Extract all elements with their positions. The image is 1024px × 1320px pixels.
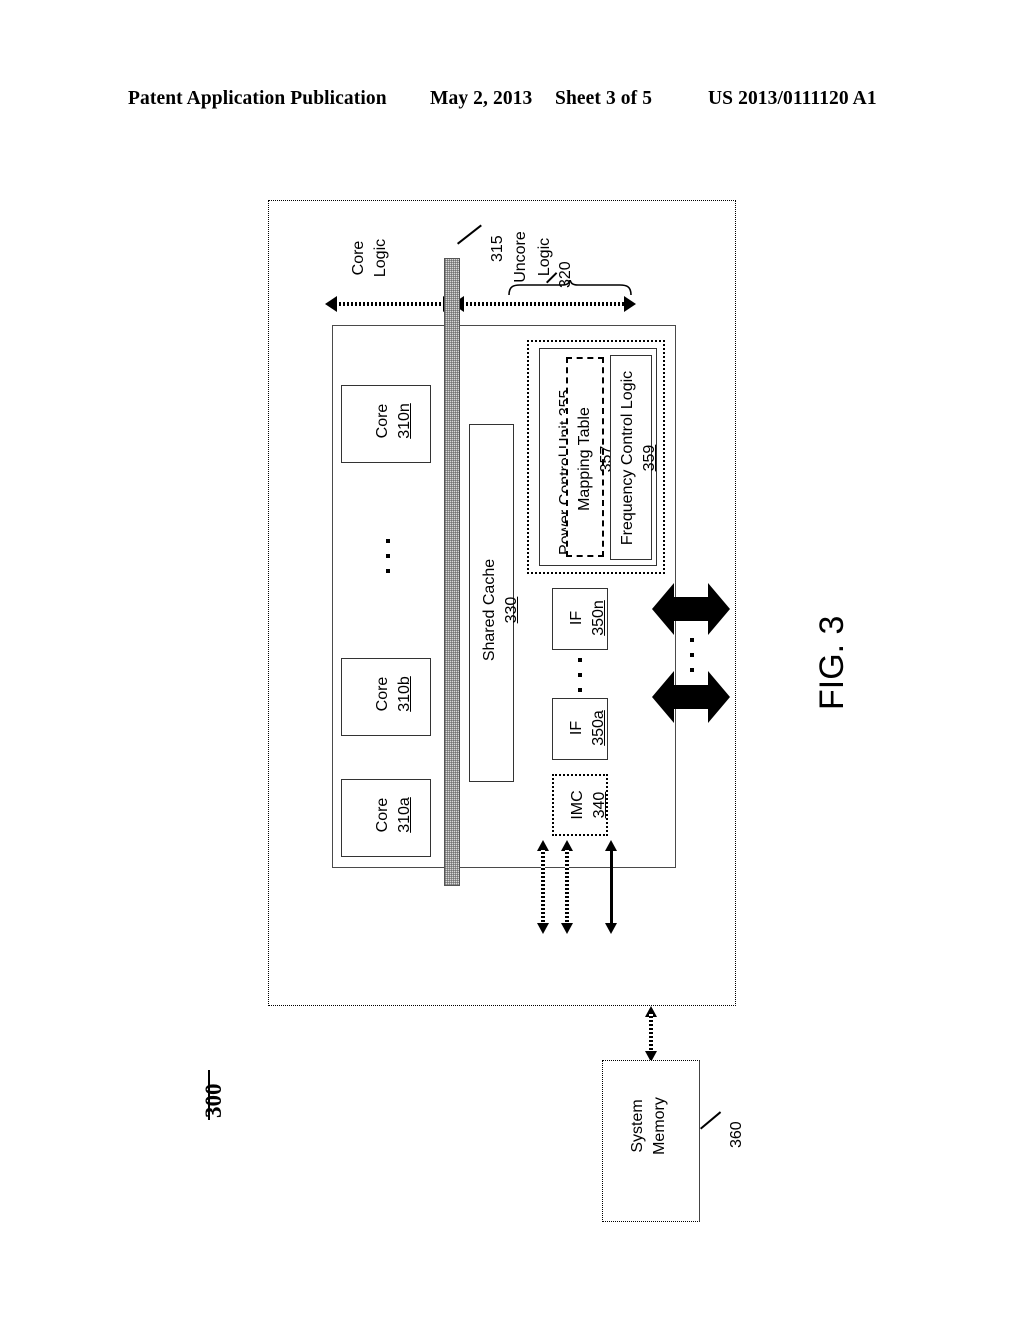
external-links-ellipsis bbox=[690, 638, 696, 683]
system-memory-line2: Memory bbox=[651, 1097, 668, 1155]
block-shared-cache: Shared Cache 330 bbox=[469, 424, 520, 782]
if-350a-ref: 350a bbox=[590, 710, 607, 746]
system-memory-ref-number: 360 bbox=[728, 1121, 745, 1148]
uncore-logic-span-arrow bbox=[452, 296, 636, 312]
core-310b-ref: 310b bbox=[396, 676, 413, 712]
block-mapping-table: Mapping Table 357 bbox=[566, 357, 615, 557]
block-frequency-control-logic: Frequency Control Logic 359 bbox=[610, 355, 658, 560]
if-350n-name: IF bbox=[568, 610, 585, 626]
mapping-table-name: Mapping Table bbox=[576, 407, 593, 511]
block-if-350a: IF 350a bbox=[552, 698, 608, 760]
interfaces-ellipsis bbox=[578, 658, 584, 703]
imc-memory-link-arrow bbox=[537, 840, 549, 934]
block-if-350n: IF 350n bbox=[552, 588, 608, 650]
system-ref-underline bbox=[208, 1070, 210, 1120]
block-core-310b: Core 310b bbox=[341, 658, 431, 736]
block-system-memory: System Memory bbox=[602, 1060, 700, 1222]
if-350n-ref: 350n bbox=[590, 600, 607, 636]
if-350a-link-arrow bbox=[561, 840, 573, 934]
system-memory-line1: System bbox=[629, 1099, 646, 1153]
uncore-ref-number: 320 bbox=[557, 261, 574, 288]
core-logic-label-line2: Logic bbox=[372, 238, 389, 278]
system-memory-ref-leader bbox=[700, 1111, 721, 1130]
core-310a-ref: 310a bbox=[396, 797, 413, 833]
external-link-arrow-top bbox=[652, 580, 730, 638]
core-310b-name: Core bbox=[374, 676, 391, 712]
imc-name: IMC bbox=[569, 790, 586, 820]
patent-figure: Core Logic Uncore Logic 320 315 Core 310… bbox=[0, 0, 1024, 1320]
processor-memory-arrow bbox=[645, 1006, 657, 1062]
frequency-control-name: Frequency Control Logic bbox=[619, 370, 636, 546]
cores-ellipsis bbox=[386, 539, 392, 584]
imc-ref: 340 bbox=[591, 791, 608, 819]
block-core-310a: Core 310a bbox=[341, 779, 431, 857]
frequency-control-ref: 359 bbox=[641, 444, 658, 472]
interconnect-bar bbox=[444, 258, 460, 886]
core-logic-span-arrow bbox=[325, 296, 455, 312]
core-310n-name: Core bbox=[374, 403, 391, 439]
figure-label: FIG. 3 bbox=[813, 615, 851, 710]
block-imc-340: IMC 340 bbox=[552, 774, 608, 836]
core-310a-name: Core bbox=[374, 797, 391, 833]
shared-cache-ref: 330 bbox=[503, 596, 520, 624]
block-core-310n: Core 310n bbox=[341, 385, 431, 463]
if-350a-name: IF bbox=[568, 720, 585, 736]
shared-cache-name: Shared Cache bbox=[481, 558, 498, 662]
interconnect-ref-number: 315 bbox=[489, 235, 506, 262]
system-ref-number: 300 bbox=[201, 1083, 226, 1119]
core-310n-ref: 310n bbox=[396, 403, 413, 439]
if-350n-link-arrow bbox=[605, 840, 617, 934]
core-logic-label-line1: Core bbox=[350, 240, 367, 276]
